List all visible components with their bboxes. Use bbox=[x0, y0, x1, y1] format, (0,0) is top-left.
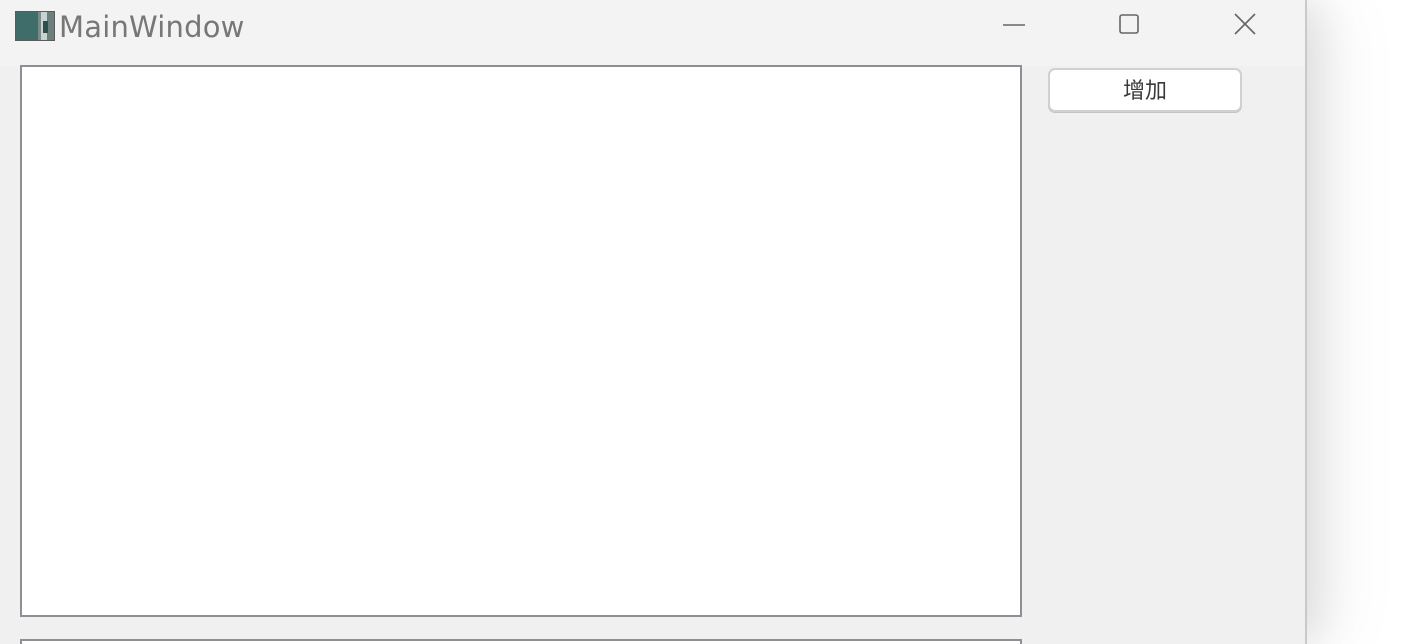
maximize-button[interactable] bbox=[1083, 0, 1175, 50]
minimize-button[interactable] bbox=[968, 0, 1060, 50]
maximize-icon bbox=[1119, 14, 1139, 34]
close-button[interactable] bbox=[1199, 0, 1291, 50]
title-bar[interactable]: MainWindow bbox=[0, 0, 1305, 66]
app-icon bbox=[15, 11, 55, 41]
main-window: MainWindow 增加 bbox=[0, 0, 1307, 644]
list-view[interactable] bbox=[20, 65, 1022, 617]
add-button[interactable]: 增加 bbox=[1048, 68, 1242, 112]
secondary-panel[interactable] bbox=[20, 639, 1022, 644]
close-icon bbox=[1234, 13, 1256, 35]
minimize-icon bbox=[1003, 24, 1025, 26]
window-title: MainWindow bbox=[59, 10, 245, 44]
